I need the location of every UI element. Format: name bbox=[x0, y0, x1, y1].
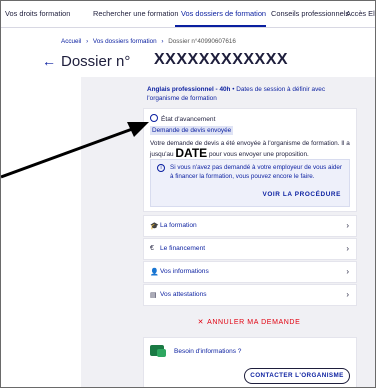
annotation-arrow bbox=[1, 122, 149, 179]
annotation-arrow-line bbox=[1, 126, 136, 179]
browser-frame: Vos droits formation Rechercher une form… bbox=[0, 0, 376, 388]
